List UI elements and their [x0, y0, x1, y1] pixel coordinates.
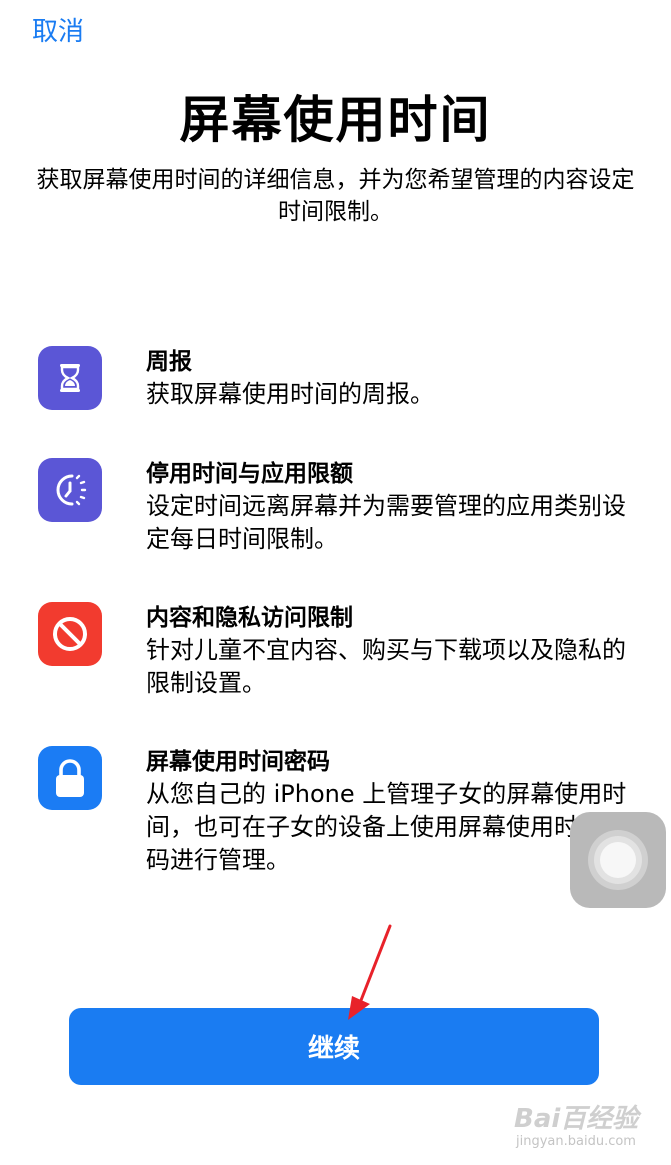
watermark: Bai百经验 jingyan.baidu.com: [514, 1090, 664, 1160]
continue-button[interactable]: 继续: [69, 1008, 599, 1085]
feature-description: 设定时间远离屏幕并为需要管理的应用类别设定每日时间限制。: [146, 492, 626, 553]
feature-heading: 周报: [146, 349, 192, 375]
feature-description: 针对儿童不宜内容、购买与下载项以及隐私的限制设置。: [146, 636, 626, 697]
feature-weekly-report: 周报 获取屏幕使用时间的周报。: [38, 346, 638, 476]
feature-passcode: 屏幕使用时间密码 从您自己的 iPhone 上管理子女的屏幕使用时间，也可在子女…: [38, 746, 638, 876]
feature-description: 获取屏幕使用时间的周报。: [146, 380, 434, 408]
hourglass-icon: [38, 346, 102, 410]
watermark-text: Bai百经验: [514, 1104, 639, 1134]
assistive-touch-icon: [588, 830, 648, 890]
feature-heading: 屏幕使用时间密码: [146, 749, 330, 775]
downtime-moon-icon: [38, 458, 102, 522]
feature-heading: 内容和隐私访问限制: [146, 605, 353, 631]
watermark-url: jingyan.baidu.com: [516, 1134, 636, 1149]
cancel-button[interactable]: 取消: [32, 14, 84, 50]
feature-downtime-app-limits: 停用时间与应用限额 设定时间远离屏幕并为需要管理的应用类别设定每日时间限制。: [38, 458, 638, 588]
assistive-touch-button[interactable]: [570, 812, 666, 908]
feature-content-privacy: 内容和隐私访问限制 针对儿童不宜内容、购买与下载项以及隐私的限制设置。: [38, 602, 638, 732]
page-title: 屏幕使用时间: [179, 91, 492, 149]
restriction-icon: [38, 602, 102, 666]
feature-description: 从您自己的 iPhone 上管理子女的屏幕使用时间，也可在子女的设备上使用屏幕使…: [146, 780, 627, 874]
lock-icon: [38, 746, 102, 810]
page-subtitle: 获取屏幕使用时间的详细信息，并为您希望管理的内容设定时间限制。: [36, 167, 635, 225]
feature-heading: 停用时间与应用限额: [146, 461, 353, 487]
